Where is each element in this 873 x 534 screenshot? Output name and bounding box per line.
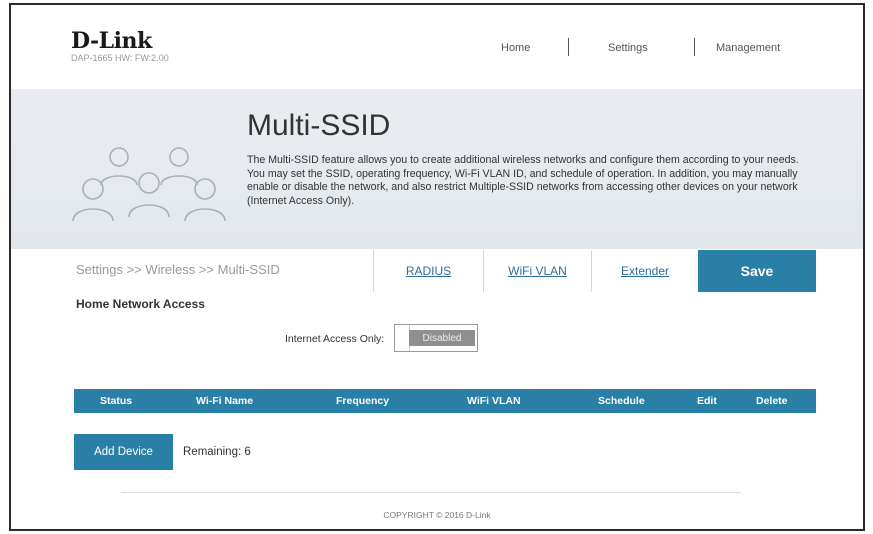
internet-access-toggle[interactable]: Disabled [394, 324, 478, 352]
section-title: Home Network Access [76, 297, 205, 311]
toggle-state: Disabled [409, 330, 475, 346]
footer-divider [121, 492, 741, 493]
page-title: Multi-SSID [247, 109, 391, 142]
dlink-logo: D-Link DAP-1665 HW: FW:2.00 [71, 30, 169, 63]
col-wifi-vlan: WiFi VLAN [467, 395, 521, 407]
nav-settings[interactable]: Settings [608, 42, 648, 54]
save-button[interactable]: Save [698, 250, 816, 292]
col-delete: Delete [756, 395, 788, 407]
remaining-count: Remaining: 6 [183, 446, 251, 458]
app-frame: D-Link DAP-1665 HW: FW:2.00 Home Setting… [9, 3, 865, 531]
tab-wifi-vlan[interactable]: WiFi VLAN [483, 250, 591, 292]
col-edit: Edit [697, 395, 717, 407]
add-device-button[interactable]: Add Device [74, 434, 173, 470]
copyright: COPYRIGHT © 2016 D-Link [383, 510, 491, 520]
col-schedule: Schedule [598, 395, 645, 407]
toggle-knob [395, 325, 410, 351]
col-wifi-name: Wi-Fi Name [196, 395, 254, 407]
nav-management[interactable]: Management [716, 42, 780, 54]
col-status: Status [100, 395, 133, 407]
ssid-table-header: Status Wi-Fi Name Frequency WiFi VLAN Sc… [74, 389, 816, 413]
people-group-icon [72, 147, 226, 222]
breadcrumb: Settings >> Wireless >> Multi-SSID [76, 262, 280, 277]
tab-extender[interactable]: Extender [591, 250, 698, 292]
model-info: DAP-1665 HW: FW:2.00 [71, 53, 169, 63]
tab-radius[interactable]: RADIUS [373, 250, 483, 292]
internet-access-label: Internet Access Only: [285, 333, 385, 345]
nav-divider [694, 38, 695, 56]
page-description: The Multi-SSID feature allows you to cre… [247, 154, 799, 207]
nav-home[interactable]: Home [501, 42, 530, 54]
nav-divider [568, 38, 569, 56]
page-banner: Multi-SSID The Multi-SSID feature allows… [11, 89, 863, 249]
col-frequency: Frequency [336, 395, 390, 407]
brand-name: D-Link [71, 28, 152, 54]
